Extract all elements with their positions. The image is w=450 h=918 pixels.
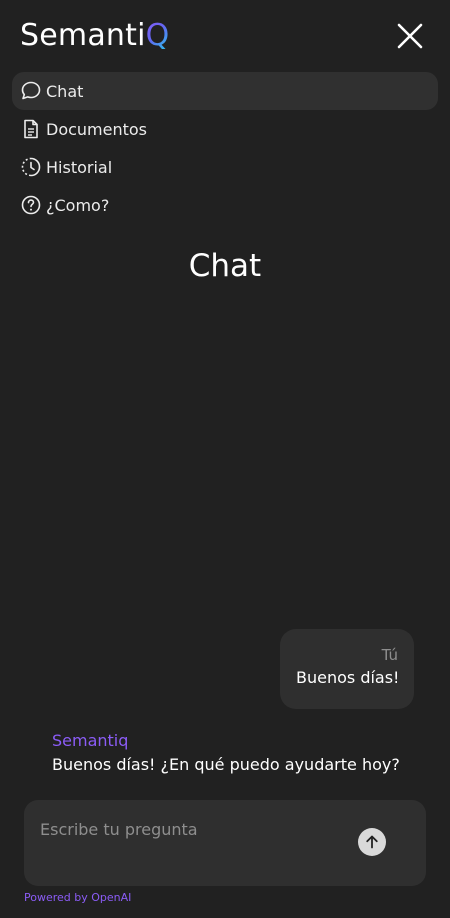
header: SemantiQ bbox=[0, 0, 450, 72]
nav-item-label: Documentos bbox=[46, 119, 148, 139]
nav-item-historial[interactable]: Historial bbox=[12, 148, 438, 186]
message-sender: Tú bbox=[381, 646, 398, 664]
sidebar-nav: Chat Documentos Historial ¿Como? bbox=[12, 72, 438, 224]
help-circle-icon bbox=[20, 194, 42, 216]
question-input[interactable] bbox=[40, 820, 340, 860]
message-sender: Semantiq bbox=[52, 731, 129, 750]
logo: SemantiQ bbox=[20, 16, 169, 56]
logo-q: Q bbox=[145, 18, 170, 53]
logo-prefix: Semanti bbox=[20, 18, 146, 53]
message-text: Buenos días! ¿En qué puedo ayudarte hoy? bbox=[52, 755, 400, 774]
nav-item-label: Chat bbox=[46, 81, 84, 101]
chat-bubble-icon bbox=[20, 80, 42, 102]
nav-item-documentos[interactable]: Documentos bbox=[12, 110, 438, 148]
composer bbox=[24, 800, 426, 886]
close-icon bbox=[397, 23, 423, 49]
nav-item-label: Historial bbox=[46, 157, 113, 177]
document-icon bbox=[20, 118, 42, 140]
assistant-message: Semantiq Buenos días! ¿En qué puedo ayud… bbox=[52, 730, 432, 778]
nav-item-como[interactable]: ¿Como? bbox=[12, 186, 438, 224]
arrow-up-icon bbox=[366, 835, 378, 849]
history-clock-icon bbox=[20, 156, 42, 178]
powered-by-label: Powered by OpenAI bbox=[24, 891, 132, 904]
send-button[interactable] bbox=[358, 828, 386, 856]
user-message: Tú Buenos días! bbox=[280, 629, 414, 709]
app-root: SemantiQ Chat Documentos Historial ¿Como… bbox=[0, 0, 450, 918]
message-text: Buenos días! bbox=[296, 668, 400, 687]
page-title: Chat bbox=[188, 248, 262, 284]
nav-item-chat[interactable]: Chat bbox=[12, 72, 438, 110]
nav-item-label: ¿Como? bbox=[46, 195, 110, 215]
close-button[interactable] bbox=[394, 20, 426, 52]
